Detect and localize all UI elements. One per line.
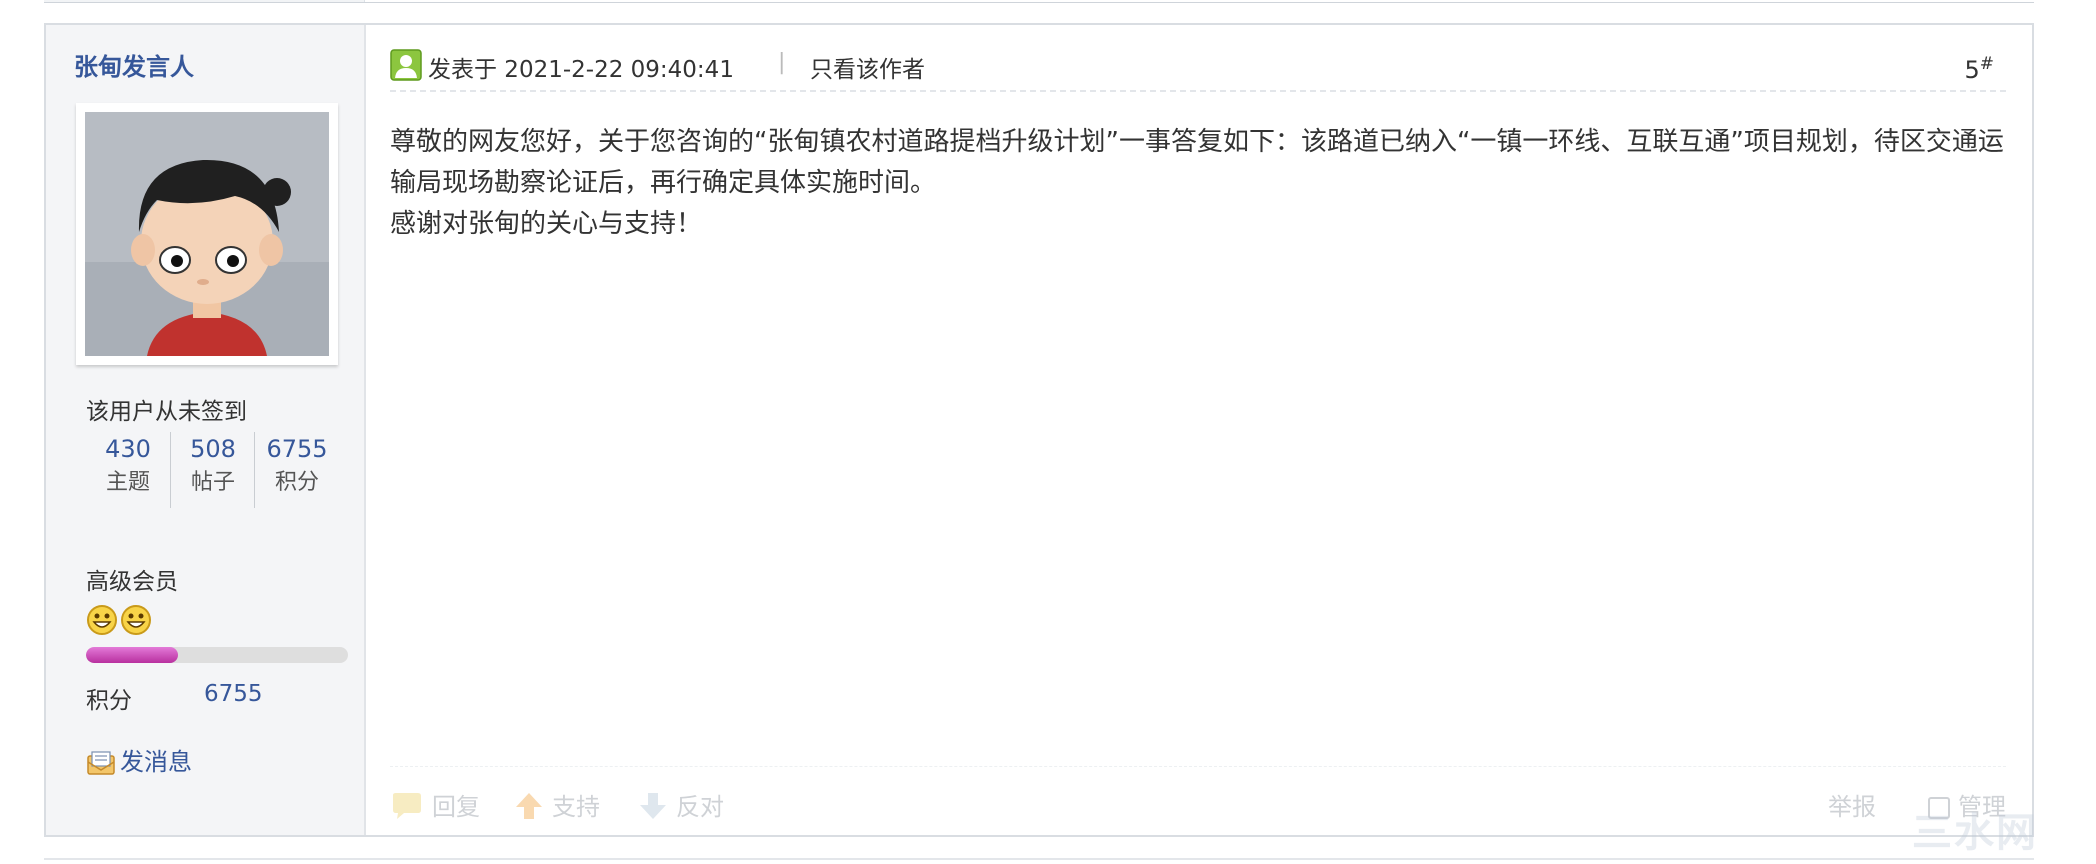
stat-topics-label: 主题 — [105, 470, 150, 495]
send-message-label: 发消息 — [120, 748, 192, 776]
support-label: 支持 — [552, 793, 600, 821]
stat-points[interactable]: 6755 积分 — [254, 432, 339, 508]
stat-posts[interactable]: 508 帖子 — [170, 432, 255, 508]
post-header: 发表于 2021-2-22 09:40:41 | 只看该作者 5# — [390, 40, 2006, 92]
post-body-paragraph-1: 尊敬的网友您好，关于您咨询的“张甸镇农村道路提档升级计划”一事答复如下：该路道已… — [390, 127, 2004, 198]
reply-label: 回复 — [432, 793, 480, 821]
user-stats: 430 主题 508 帖子 6755 积分 — [86, 432, 336, 508]
envelope-icon — [87, 751, 115, 775]
stat-points-label: 积分 — [274, 470, 319, 495]
previous-post-edge — [44, 0, 2034, 3]
stat-posts-value: 508 — [190, 435, 236, 463]
author-name-link[interactable]: 张甸发言人 — [74, 47, 194, 82]
level-stars — [86, 603, 156, 641]
stat-posts-label: 帖子 — [190, 470, 235, 495]
next-post-edge — [44, 858, 2034, 860]
author-sidebar: 张甸发言人 该用户从未签到 430 主题 508 帖子 6755 积分 高级会员… — [46, 25, 366, 835]
header-separator: | — [778, 50, 786, 75]
page: 张甸发言人 该用户从未签到 430 主题 508 帖子 6755 积分 高级会员… — [0, 0, 2096, 864]
reply-button[interactable]: 回复 — [390, 787, 480, 822]
floor-number-value: 5 — [1964, 56, 1980, 84]
oppose-button[interactable]: 反对 — [638, 787, 724, 822]
arrow-down-icon — [640, 793, 666, 819]
online-user-icon — [390, 49, 422, 81]
stat-points-value: 6755 — [266, 435, 328, 463]
floor-suffix: # — [1979, 54, 1994, 74]
post-body: 尊敬的网友您好，关于您咨询的“张甸镇农村道路提档升级计划”一事答复如下：该路道已… — [390, 122, 2020, 245]
speech-bubble-icon — [393, 793, 421, 819]
smiley-icon — [87, 605, 151, 635]
stat-topics[interactable]: 430 主题 — [86, 432, 170, 508]
avatar-image — [85, 112, 329, 356]
points-label: 积分 — [86, 688, 132, 714]
points-value: 6755 — [204, 681, 263, 707]
arrow-up-icon — [516, 793, 542, 819]
post-timestamp: 发表于 2021-2-22 09:40:41 — [428, 57, 734, 83]
send-message-link[interactable]: 发消息 — [86, 742, 192, 777]
support-button[interactable]: 支持 — [514, 787, 600, 822]
post-body-paragraph-2: 感谢对张甸的关心与支持！ — [390, 209, 703, 239]
forum-post: 张甸发言人 该用户从未签到 430 主题 508 帖子 6755 积分 高级会员… — [44, 23, 2034, 837]
site-watermark: 三水网 — [1912, 810, 2038, 856]
post-actions: 回复 支持 反对 举报 管理 — [390, 766, 2006, 821]
level-progress-bar — [86, 647, 348, 663]
report-link[interactable]: 举报 — [1828, 787, 1876, 822]
member-level[interactable]: 高级会员 — [86, 562, 178, 596]
signin-status: 该用户从未签到 — [86, 399, 247, 425]
stat-topics-value: 430 — [105, 435, 151, 463]
previous-post-sidebar-edge — [44, 0, 365, 2]
oppose-label: 反对 — [676, 793, 724, 821]
post-content: 发表于 2021-2-22 09:40:41 | 只看该作者 5# 尊敬的网友您… — [366, 25, 2032, 835]
only-author-link[interactable]: 只看该作者 — [810, 50, 925, 84]
avatar[interactable] — [76, 103, 338, 365]
level-progress-fill — [86, 647, 178, 663]
floor-number[interactable]: 5# — [1964, 54, 1994, 84]
